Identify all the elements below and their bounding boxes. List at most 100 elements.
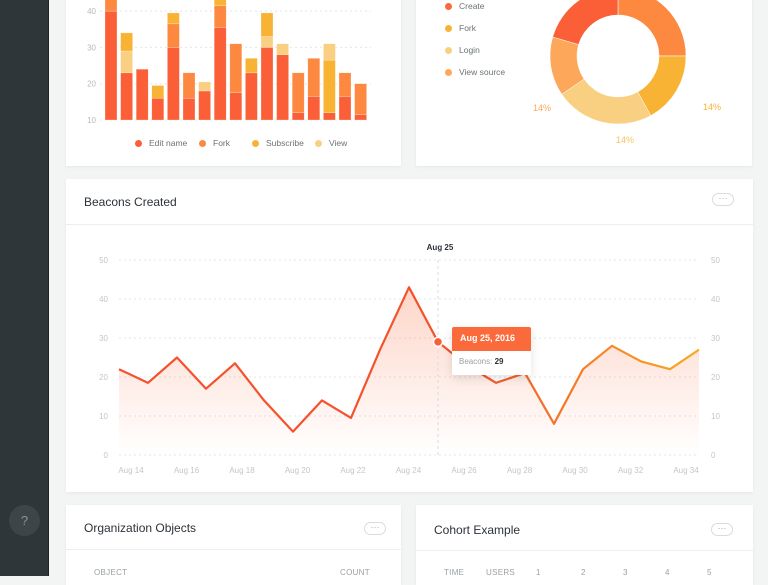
bar-segment-fork [104,0,118,12]
legend-dot [199,140,206,147]
bar-segment-edit-name [135,68,149,121]
legend-item-subscribe[interactable]: Subscribe [252,138,304,148]
more-options-button[interactable]: ··· [364,522,386,535]
legend-item-view[interactable]: View [315,138,347,148]
bar-segment-edit-name [323,112,336,121]
y-tick-label: 20 [87,80,96,89]
bar-segment-subscribe [167,12,180,25]
bar-segment-subscribe [120,32,133,52]
bar-segment-edit-name [104,10,118,121]
legend-label: Edit name [149,138,188,148]
bar-segment-subscribe [213,0,227,6]
bar-segment-fork [338,72,352,97]
bar-segment-fork [182,72,196,99]
tooltip-body: Beacons: 29 [452,351,531,372]
card-title: Organization Objects [84,521,197,535]
x-tick-label: Aug 24 [396,466,422,475]
bar-segment-subscribe [245,58,258,74]
percent-label: 14% [703,102,721,112]
bar-segment-edit-name [182,97,196,121]
bar-segment-edit-name [276,54,289,121]
bar-segment-edit-name [213,27,227,121]
donut-chart-card: Create Fork Login View source 14% 14% 14% [416,0,752,166]
beacons-created-card: Beacons Created ··· 0 0 10 10 20 20 30 30 40 40 50… [66,179,753,492]
bar-segment-view [323,43,336,61]
y-tick-label-right: 50 [711,256,720,265]
bar-segment-subscribe [260,12,274,37]
donut-slice-other [552,0,619,45]
bar-segment-fork [213,5,227,28]
y-tick-label-left: 50 [99,256,108,265]
donut-chart: 14% 14% 14% [533,0,721,145]
tooltip-title: Aug 25, 2016 [452,327,531,351]
x-tick-label: Aug 26 [451,466,477,475]
y-tick-label-right: 0 [711,451,716,460]
x-tick-label: Aug 20 [285,466,311,475]
bar-segment-edit-name [307,96,321,121]
bar-segment-view [260,36,274,48]
bar-chart-card: 10 20 30 40 Edit name Fork Subscribe View [66,0,401,166]
y-tick-label-right: 20 [711,373,720,382]
bar-segment-edit-name [245,72,258,121]
bar-segment-edit-name [167,47,180,121]
bar-segment-view [120,50,133,74]
legend-item-fork[interactable]: Fork [199,138,230,148]
y-tick-label: 30 [87,43,96,52]
legend-label: View [329,138,348,148]
percent-label: 14% [616,135,634,145]
bar-segment-fork [354,83,367,115]
legend-dot [252,140,259,147]
bar-segment-fork [229,43,243,94]
bar-segment-fork [291,72,305,113]
hover-date-label: Aug 25 [427,243,454,252]
bar-segment-edit-name [338,96,352,121]
y-tick-label: 40 [87,7,96,16]
x-tick-label: Aug 16 [174,466,200,475]
x-tick-label: Aug 22 [340,466,366,475]
cohort-example-card: Cohort Example ··· TIME USERS 1 2 3 4 5 [416,505,753,585]
donut-slice-login [561,78,652,125]
percent-label: 14% [533,103,551,113]
bar-segment-subscribe [151,85,165,99]
organization-objects-card: Organization Objects ··· OBJECT COUNT [66,505,401,585]
more-options-button[interactable]: ··· [711,523,733,536]
x-tick-label: Aug 28 [507,466,533,475]
legend-label: Fork [213,138,230,148]
bar-segment-edit-name [229,92,243,121]
stacked-bar-chart: 10 20 30 40 [87,0,371,125]
tooltip-value: 29 [494,357,504,366]
y-tick-label-left: 30 [99,334,108,343]
bar-segment-view [198,81,211,92]
help-button[interactable]: ? [9,505,40,536]
tooltip: Aug 25, 2016 Beacons: 29 [452,327,531,375]
x-tick-label: Aug 32 [618,466,644,475]
bar-segment-edit-name [198,90,211,121]
x-tick-label: Aug 34 [673,466,699,475]
x-tick-label: Aug 30 [562,466,588,475]
y-tick-label-right: 30 [711,334,720,343]
tooltip-key: Beacons: [459,357,493,366]
bar-segment-view [276,43,289,55]
y-tick-label-left: 10 [99,412,108,421]
bar-segment-edit-name [260,47,274,121]
bar-segment-edit-name [291,112,305,121]
x-tick-label: Aug 18 [229,466,255,475]
beacons-line-chart: 0 0 10 10 20 20 30 30 40 40 50 50 Aug 14 Aug 16 Aug 18… [99,243,720,475]
bar-segment-fork [307,58,321,97]
legend-dot [315,140,322,147]
bar-segment-subscribe [323,59,336,113]
y-tick-label-left: 40 [99,295,108,304]
y-tick-label-left: 20 [99,373,108,382]
y-tick-label-right: 10 [711,412,720,421]
donut-slice-create [617,0,687,57]
hover-point [432,336,444,348]
card-title: Cohort Example [434,523,521,537]
bar-segment-fork [167,23,180,48]
y-tick-label-left: 0 [104,451,109,460]
bar-segment-edit-name [354,114,367,121]
y-tick-label-right: 40 [711,295,720,304]
legend-item-edit-name[interactable]: Edit name [135,138,187,148]
area-fill [119,287,699,455]
legend-label: Subscribe [266,138,304,148]
y-tick-label: 10 [87,116,96,125]
